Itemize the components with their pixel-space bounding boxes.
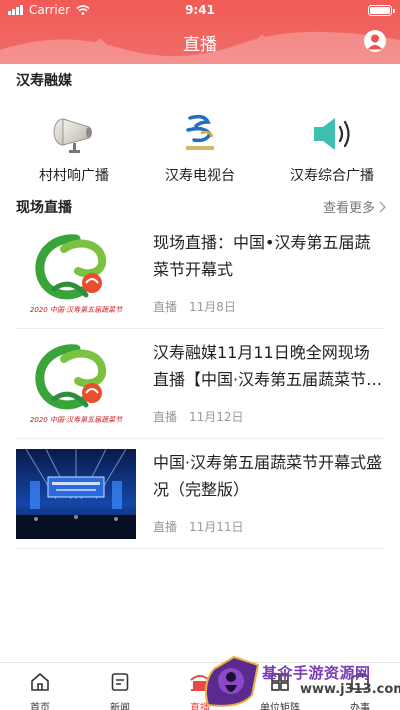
thumbnail-caption: 2020 中国·汉寿第五届蔬菜节 <box>29 306 123 314</box>
speaker-icon <box>306 108 358 160</box>
live-item[interactable]: 2020 中国·汉寿第五届蔬菜节 汉寿融媒11月11日晚全网现场直播【中国·汉寿… <box>0 329 400 439</box>
watermark-text: 基伞手游资源网 <box>262 664 371 682</box>
item-tag: 直播 <box>153 520 178 534</box>
channel-label: 汉寿电视台 <box>165 168 235 184</box>
site-watermark: 基伞手游资源网 www.j313.com <box>200 655 400 710</box>
festival-logo-thumbnail: 2020 中国·汉寿第五届蔬菜节 <box>16 229 136 319</box>
item-meta: 直播 11月8日 <box>153 298 236 315</box>
divider <box>16 548 384 549</box>
user-icon[interactable] <box>364 30 386 52</box>
item-date: 11月12日 <box>189 410 244 424</box>
item-title: 中国·汉寿第五届蔬菜节开幕式盛况（完整版） <box>153 453 383 499</box>
section-title-media: 汉寿融媒 <box>16 73 72 89</box>
chevron-right-icon <box>379 200 386 213</box>
tab-home[interactable]: 首页 <box>0 671 80 710</box>
channel-label: 汉寿综合广播 <box>290 168 374 184</box>
news-icon <box>111 673 129 691</box>
megaphone-icon <box>48 108 100 160</box>
tab-news[interactable]: 新闻 <box>80 671 160 710</box>
page-title: 直播 <box>183 35 217 55</box>
item-title: 汉寿融媒11月11日晚全网现场直播【中国·汉寿第五届蔬菜节开幕式】 <box>153 343 383 389</box>
item-tag: 直播 <box>153 410 178 424</box>
tv-logo-icon <box>174 108 226 160</box>
see-more-link[interactable]: 查看更多 <box>323 197 386 216</box>
thumbnail-caption: 2020 中国·汉寿第五届蔬菜节 <box>29 416 123 424</box>
item-date: 11月11日 <box>189 520 244 534</box>
watermark-logo-icon <box>205 655 260 707</box>
item-meta: 直播 11月11日 <box>153 518 244 535</box>
header-bar: Carrier 9:41 直播 <box>0 0 400 64</box>
item-date: 11月8日 <box>189 300 236 314</box>
tab-label: 新闻 <box>110 703 130 710</box>
home-icon <box>31 673 49 691</box>
item-title: 现场直播：中国•汉寿第五届蔬菜节开幕式 <box>153 233 371 279</box>
channel-tv-station[interactable]: 汉寿电视台 <box>140 108 260 185</box>
channel-village-broadcast[interactable]: 村村响广播 <box>14 108 134 185</box>
status-time: 9:41 <box>185 3 215 17</box>
live-item[interactable]: 2020 中国·汉寿第五届蔬菜节 现场直播：中国•汉寿第五届蔬菜节开幕式 直播 1… <box>0 219 400 329</box>
section-title-live: 现场直播 <box>16 200 72 216</box>
item-tag: 直播 <box>153 300 178 314</box>
tab-label: 首页 <box>30 703 50 710</box>
festival-logo-thumbnail: 2020 中国·汉寿第五届蔬菜节 <box>16 339 136 429</box>
live-item[interactable]: 中国·汉寿第五届蔬菜节开幕式盛况（完整版） 直播 11月11日 <box>0 439 400 549</box>
watermark-url: www.j313.com <box>300 682 400 697</box>
channel-label: 村村响广播 <box>39 168 109 184</box>
stage-photo-thumbnail <box>16 449 136 539</box>
channel-general-broadcast[interactable]: 汉寿综合广播 <box>272 108 392 185</box>
status-bar: Carrier 9:41 <box>0 0 400 20</box>
item-meta: 直播 11月12日 <box>153 408 244 425</box>
battery-icon <box>368 5 395 16</box>
see-more-label: 查看更多 <box>322 201 375 216</box>
